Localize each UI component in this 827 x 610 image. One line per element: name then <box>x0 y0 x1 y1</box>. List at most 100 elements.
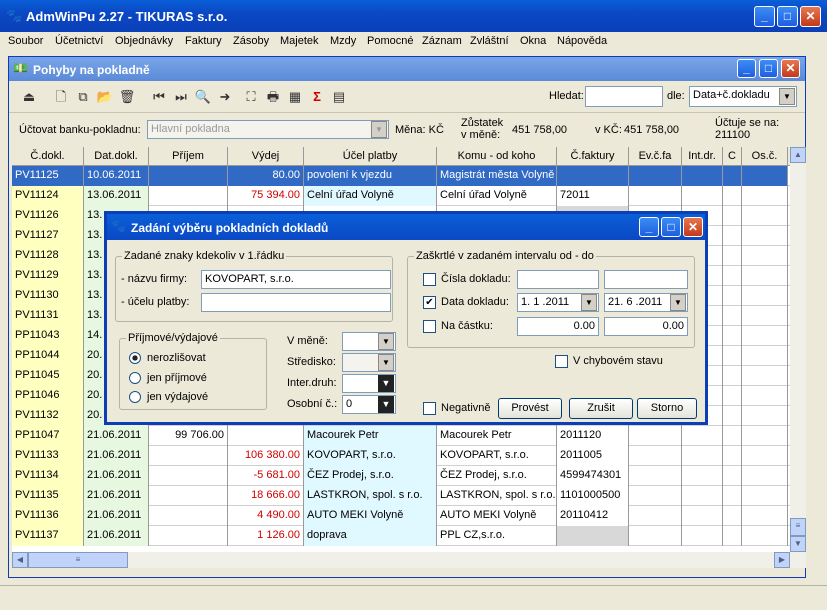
horizontal-scrollbar[interactable]: ◀ ≡ ▶ <box>12 552 806 568</box>
search-icon[interactable]: 🔍 <box>193 87 213 107</box>
num-checkbox[interactable] <box>423 273 436 286</box>
new-doc-icon[interactable]: 🗋 <box>51 87 71 107</box>
copy-icon[interactable]: ⧉ <box>73 87 93 107</box>
search-by-select[interactable]: Data+č.dokladu ▼ <box>689 86 797 107</box>
open-folder-icon[interactable]: 📂 <box>95 87 115 107</box>
column-header[interactable]: Ev.č.fa <box>629 147 682 166</box>
account-select[interactable]: Hlavní pokladna ▼ <box>147 120 389 139</box>
table-row[interactable]: PV11124 13.06.2011 75 394.00 Celní úřad Vol… <box>12 186 790 206</box>
firm-input[interactable]: KOVOPART, s.r.o. <box>201 270 391 289</box>
date-checkbox[interactable]: ✔ <box>423 296 436 309</box>
select-icon[interactable]: ⛶ <box>241 87 261 107</box>
run-button[interactable]: Provést <box>498 398 562 419</box>
sum-icon[interactable]: Σ <box>307 87 327 107</box>
person-select[interactable]: 0 ▼ <box>342 395 396 414</box>
menu-zvlastni[interactable]: Zvláštní <box>470 35 509 47</box>
dialog-minimize-icon[interactable]: _ <box>639 217 659 237</box>
column-header[interactable]: Č.dokl. <box>12 147 84 166</box>
dialog-close-icon[interactable]: ✕ <box>683 217 703 237</box>
menu-majetek[interactable]: Majetek <box>280 35 319 47</box>
column-header[interactable]: Dat.dokl. <box>84 147 149 166</box>
column-header[interactable]: Int.dr. <box>682 147 723 166</box>
arrow-down-icon[interactable]: ▼ <box>378 396 394 413</box>
excel-icon[interactable]: ▦ <box>285 87 305 107</box>
child-close-icon[interactable]: ✕ <box>781 59 800 78</box>
maximize-icon[interactable]: □ <box>777 6 798 27</box>
chevron-down-icon[interactable]: ▼ <box>670 294 686 311</box>
table-cell: -5 681.00 <box>228 466 304 486</box>
inter-select[interactable]: ▼ <box>342 374 396 393</box>
column-header[interactable]: Os.č. <box>742 147 788 166</box>
scroll-down-icon[interactable]: ▼ <box>790 536 806 552</box>
child-minimize-icon[interactable]: _ <box>737 59 756 78</box>
exit-icon[interactable]: ⏏ <box>19 87 39 107</box>
column-header[interactable]: Komu - od koho <box>437 147 557 166</box>
table-row[interactable]: PV11136 21.06.2011 4 490.00 AUTO MEKI Volyn… <box>12 506 790 526</box>
close-icon[interactable]: ✕ <box>800 6 821 27</box>
date-from-input[interactable]: 1. 1 .2011 ▼ <box>517 293 599 312</box>
vertical-scrollbar[interactable]: ▲ ≡ ▼ <box>790 147 806 552</box>
last-record-icon[interactable]: ⏭ <box>171 87 191 107</box>
table-cell: 80.00 <box>228 166 304 186</box>
column-header[interactable]: Příjem <box>149 147 228 166</box>
column-header[interactable]: C <box>723 147 742 166</box>
radio-nerozlisovat[interactable] <box>129 352 141 364</box>
dialog-maximize-icon[interactable]: □ <box>661 217 681 237</box>
scroll-right-icon[interactable]: ▶ <box>774 552 790 568</box>
amount-to-input[interactable]: 0.00 <box>604 317 688 336</box>
num-from-input[interactable] <box>517 270 599 289</box>
menu-soubor[interactable]: Soubor <box>8 35 43 47</box>
amount-from-input[interactable]: 0.00 <box>517 317 599 336</box>
hscroll-thumb[interactable]: ≡ <box>28 552 128 568</box>
table-icon[interactable]: ▤ <box>329 87 349 107</box>
menu-faktury[interactable]: Faktury <box>185 35 222 47</box>
menu-napoveda[interactable]: Nápověda <box>557 35 607 47</box>
chevron-down-icon[interactable]: ▼ <box>371 121 387 138</box>
cancel-filter-button[interactable]: Zrušit <box>569 398 633 419</box>
menu-zasoby[interactable]: Zásoby <box>233 35 269 47</box>
scroll-left-icon[interactable]: ◀ <box>12 552 28 568</box>
radio-vydajove[interactable] <box>129 391 141 403</box>
menu-pomocne[interactable]: Pomocné <box>367 35 413 47</box>
menu-okna[interactable]: Okna <box>520 35 546 47</box>
column-header[interactable]: Výdej <box>228 147 304 166</box>
scroll-thumb[interactable]: ≡ <box>790 518 806 536</box>
num-to-input[interactable] <box>604 270 688 289</box>
column-header[interactable]: Účel platby <box>304 147 437 166</box>
chevron-down-icon[interactable]: ▼ <box>378 354 394 371</box>
table-cell <box>629 446 682 466</box>
storno-button[interactable]: Storno <box>637 398 697 419</box>
chevron-down-icon[interactable]: ▼ <box>779 88 795 105</box>
purpose-input[interactable] <box>201 293 391 312</box>
negative-checkbox[interactable] <box>423 402 436 415</box>
center-select[interactable]: ▼ <box>342 353 396 372</box>
column-header[interactable]: Č.faktury <box>557 147 629 166</box>
table-row[interactable]: PV11134 21.06.2011 -5 681.00 ČEZ Prodej, s.… <box>12 466 790 486</box>
amount-checkbox[interactable] <box>423 320 436 333</box>
search-input[interactable] <box>585 86 663 107</box>
chevron-down-icon[interactable]: ▼ <box>378 333 394 350</box>
table-row[interactable]: PV11133 21.06.2011 106 380.00 KOVOPART, s.r… <box>12 446 790 466</box>
scroll-up-icon[interactable]: ▲ <box>790 147 806 163</box>
minimize-icon[interactable]: _ <box>754 6 775 27</box>
goto-icon[interactable]: ➜ <box>215 87 235 107</box>
print-icon[interactable]: 🖶 <box>263 87 283 107</box>
menu-zaznam[interactable]: Záznam <box>422 35 462 47</box>
first-record-icon[interactable]: ⏮ <box>149 87 169 107</box>
menu-ucetnictvi[interactable]: Účetnictví <box>55 35 103 47</box>
table-row[interactable]: PV11135 21.06.2011 18 666.00 LASTKRON, spol… <box>12 486 790 506</box>
table-row[interactable]: PP11047 21.06.2011 99 706.00 Macourek Petr M… <box>12 426 790 446</box>
radio-prijmove[interactable] <box>129 372 141 384</box>
menu-objednavky[interactable]: Objednávky <box>115 35 173 47</box>
date-to-input[interactable]: 21. 6 .2011 ▼ <box>604 293 688 312</box>
table-row[interactable]: PV11137 21.06.2011 1 126.00 doprava PPL CZ,s… <box>12 526 790 546</box>
chevron-down-icon[interactable]: ▼ <box>581 294 597 311</box>
delete-icon[interactable]: 🗑 <box>117 87 137 107</box>
error-checkbox[interactable] <box>555 355 568 368</box>
menu-mzdy[interactable]: Mzdy <box>330 35 356 47</box>
table-row[interactable]: PV11125 10.06.2011 80.00 povolení k vjezdu M… <box>12 166 790 186</box>
dialog-title: Zadání výběru pokladních dokladů <box>131 221 329 235</box>
currency-select[interactable]: ▼ <box>342 332 396 351</box>
child-maximize-icon[interactable]: □ <box>759 59 778 78</box>
arrow-down-icon[interactable]: ▼ <box>378 375 394 392</box>
